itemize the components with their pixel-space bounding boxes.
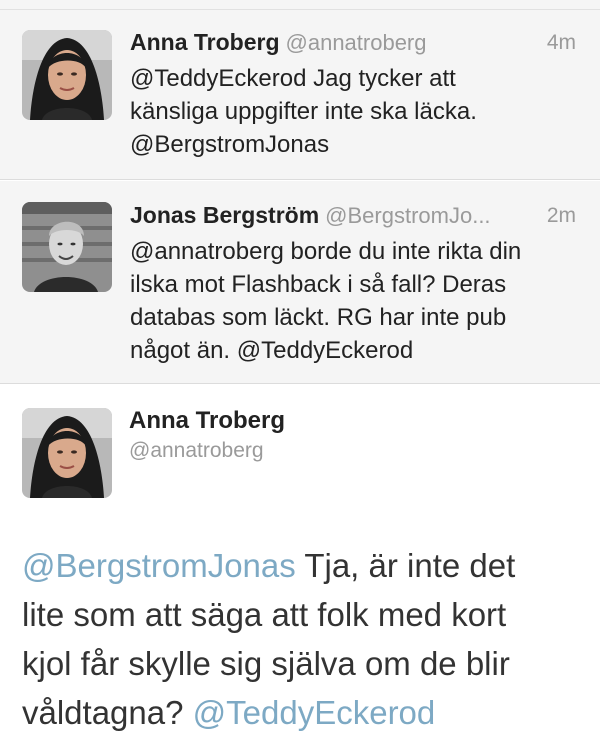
tweet-text-line: kjol får skylle sig själva om de blir [22,645,510,682]
mention-link[interactable]: @BergstromJonas [22,547,296,584]
tweet-text: @BergstromJonas Tja, är inte det lite so… [22,541,592,737]
tweet-row[interactable]: Jonas Bergström @BergstromJo... 2m @annat… [0,181,600,384]
tweet-text-segment: Tja, är inte det [295,547,516,584]
tweet-row[interactable]: Anna Troberg @annatroberg 4m @TeddyEckero… [0,10,600,180]
tweet-timestamp: 4m [546,31,576,54]
tweet-text-segment: våldtagna? [22,694,193,731]
author-name[interactable]: Jonas Bergström [130,202,319,228]
author-handle[interactable]: @annatroberg [286,30,427,55]
author-name[interactable]: Anna Troberg [129,407,285,435]
avatar[interactable] [22,30,112,120]
author-handle[interactable]: @BergstromJo... [325,203,490,228]
main-tweet: Anna Troberg @annatroberg @BergstromJona… [0,385,600,746]
tweet-text-line: databas som läckt. RG har inte pub [130,304,507,331]
top-divider [0,0,600,10]
mention-link[interactable]: @TeddyEckerod [193,694,436,731]
avatar[interactable] [22,408,112,498]
tweet-text-line: @BergstromJonas [130,131,330,158]
tweet-text-line: @TeddyEckerod Jag tycker att [130,65,456,92]
tweet-text-line: våldtagna? @TeddyEckerod [22,688,592,737]
tweet-text: @annatroberg borde du inte rikta din ils… [130,235,576,367]
tweet-text: @TeddyEckerod Jag tycker att känsliga up… [130,62,576,161]
tweet-text-line: @BergstromJonas Tja, är inte det [22,541,592,590]
tweet-header: Anna Troberg @annatroberg 4m [130,29,576,59]
tweet-text-line: @annatroberg borde du inte rikta din [130,238,522,265]
tweet-text-line: något än. @TeddyEckerod [130,337,414,364]
tweet-timestamp: 2m [546,204,576,227]
tweet-text-line: lite som att säga att folk med kort [22,596,507,633]
tweet-header: Jonas Bergström @BergstromJo... 2m [130,202,576,232]
author-name[interactable]: Anna Troberg [130,29,280,55]
avatar[interactable] [22,202,112,292]
tweet-text-line: ilska mot Flashback i så fall? Deras [130,271,507,298]
tweet-text-line: känsliga uppgifter inte ska läcka. [130,98,477,125]
author-handle[interactable]: @annatroberg [129,439,264,463]
